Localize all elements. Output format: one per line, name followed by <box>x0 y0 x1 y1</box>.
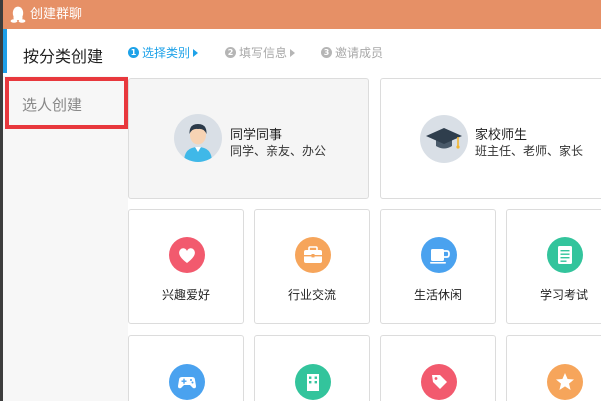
sidebar-item-by-category[interactable]: 按分类创建 <box>3 29 128 76</box>
step-label: 邀请成员 <box>335 46 384 60</box>
category-card-classmates[interactable]: 同学同事 同学、亲友、办公 <box>128 78 369 199</box>
coffee-cup-icon <box>421 237 457 273</box>
gamepad-icon <box>169 364 205 400</box>
card-subtitle: 班主任、老师、家长 <box>475 144 584 158</box>
step-number: 3 <box>321 47 332 58</box>
category-card-school[interactable]: 家校师生 班主任、老师、家长 <box>380 78 601 199</box>
qq-penguin-icon <box>10 6 26 23</box>
star-icon <box>547 364 583 400</box>
tag-icon <box>421 364 457 400</box>
chevron-right-icon <box>290 48 296 57</box>
sidebar-item-label: 按分类创建 <box>23 47 104 66</box>
card-title: 同学同事 <box>230 128 283 143</box>
category-card-star[interactable] <box>506 335 601 401</box>
title-bar: 创建群聊 <box>0 0 601 29</box>
highlight-box <box>5 77 128 129</box>
graduation-cap-icon <box>420 115 468 163</box>
category-label: 学习考试 <box>539 288 588 302</box>
category-label: 生活休闲 <box>413 288 462 302</box>
chevron-right-icon <box>193 48 199 57</box>
step-label: 填写信息 <box>239 46 288 60</box>
category-card-leisure[interactable]: 生活休闲 <box>380 209 496 324</box>
card-subtitle: 同学、亲友、办公 <box>230 144 327 158</box>
briefcase-icon <box>295 237 331 273</box>
step-select-category: 1 选择类别 <box>128 44 199 61</box>
window-title: 创建群聊 <box>30 7 83 22</box>
step-number: 2 <box>225 47 236 58</box>
step-fill-info: 2 填写信息 <box>225 44 296 61</box>
category-card-games[interactable] <box>128 335 244 401</box>
category-card-building[interactable] <box>254 335 370 401</box>
student-avatar-icon <box>174 114 222 162</box>
category-card-tag[interactable] <box>380 335 496 401</box>
sidebar-active-indicator <box>3 29 7 73</box>
category-label: 兴趣爱好 <box>161 288 210 302</box>
document-icon <box>547 237 583 273</box>
heart-icon <box>169 237 205 273</box>
category-card-study[interactable]: 学习考试 <box>506 209 601 324</box>
category-card-industry[interactable]: 行业交流 <box>254 209 370 324</box>
card-title: 家校师生 <box>475 128 528 143</box>
building-icon <box>295 364 331 400</box>
step-invite-members: 3 邀请成员 <box>321 44 383 61</box>
category-label: 行业交流 <box>287 288 336 302</box>
step-label: 选择类别 <box>142 46 191 60</box>
category-card-hobbies[interactable]: 兴趣爱好 <box>128 209 244 324</box>
step-number: 1 <box>128 47 139 58</box>
